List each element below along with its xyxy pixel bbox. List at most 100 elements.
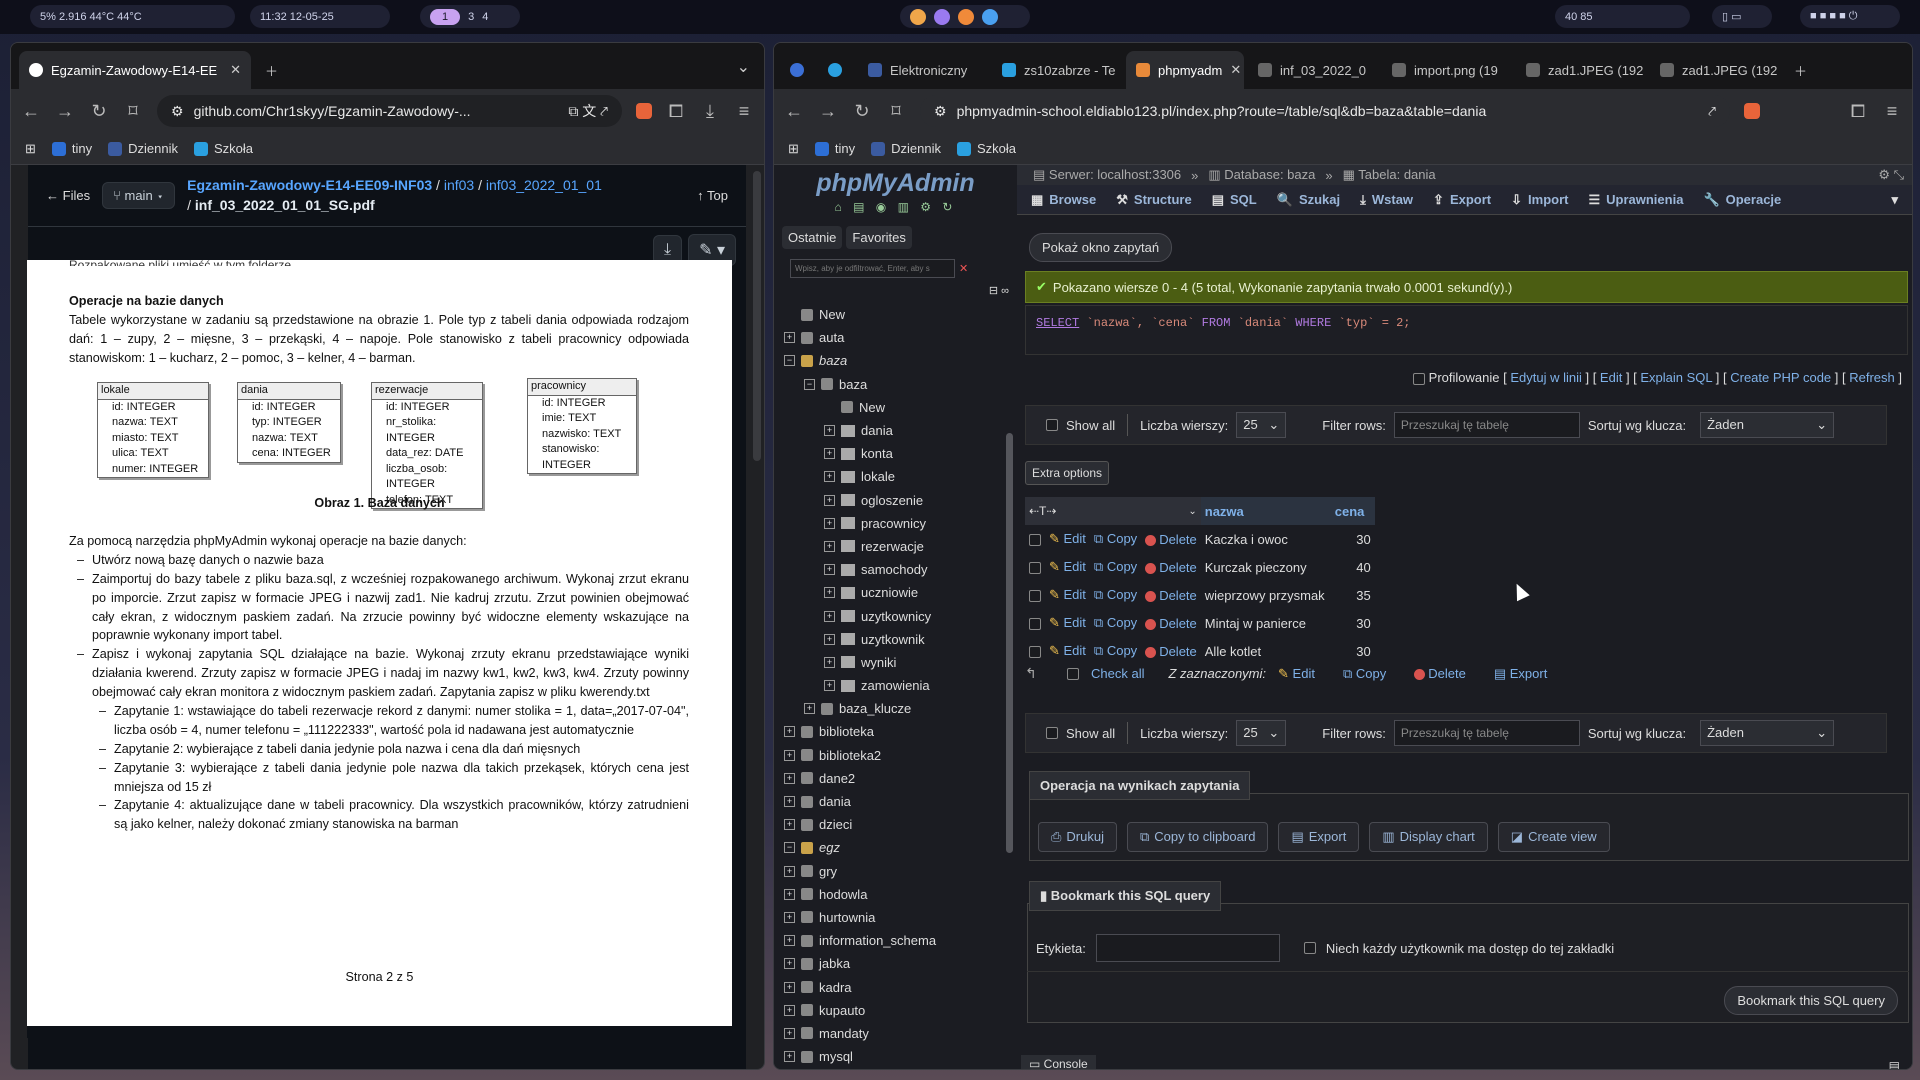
app-icon[interactable] xyxy=(982,8,998,25)
close-icon[interactable]: ✕ xyxy=(1230,62,1241,78)
tab-5[interactable]: zad1.JPEG (192 xyxy=(1516,51,1646,89)
row-delete[interactable]: Delete xyxy=(1141,525,1201,553)
tab-6[interactable]: zad1.JPEG (192 xyxy=(1650,51,1780,89)
menu-icon[interactable]: ≡ xyxy=(734,101,754,122)
row-delete[interactable]: Delete xyxy=(1141,637,1201,665)
bookmark-dziennik[interactable]: Dziennik xyxy=(871,141,941,156)
expand-icon[interactable]: + xyxy=(784,935,795,947)
scrollbar[interactable] xyxy=(753,171,761,461)
bookmark-tiny[interactable]: tiny xyxy=(51,141,92,156)
tree-item-pracownicy[interactable]: + pracownicy xyxy=(784,512,1017,535)
expand-icon[interactable]: + xyxy=(784,819,795,831)
op-create-view[interactable]: ◪ Create view xyxy=(1497,822,1610,852)
tree-item-hurtownia[interactable]: + hurtownia xyxy=(784,906,1017,929)
row-checkbox[interactable] xyxy=(1029,646,1041,659)
url-field[interactable]: ⚙ phpmyadmin-school.eldiablo123.pl/index.… xyxy=(920,95,1730,127)
tab-operacje[interactable]: 🔧 Operacje xyxy=(1703,192,1781,208)
expand-icon[interactable]: + xyxy=(824,610,835,622)
settings-icon[interactable]: ⚙ ⤡ xyxy=(1878,167,1904,183)
tree-item-performance_schema[interactable]: +performance_schema xyxy=(784,1068,1017,1069)
check-all-link[interactable]: Check all xyxy=(1091,666,1144,681)
tree-item-New[interactable]: New xyxy=(784,396,1017,419)
tree-item-baza[interactable]: − baza xyxy=(784,373,1017,396)
forward-icon[interactable]: → xyxy=(55,101,75,122)
column-header-cena[interactable]: cena xyxy=(1330,497,1375,525)
bookmark-icon[interactable]: ⌑ xyxy=(123,101,143,122)
tab-wstaw[interactable]: ⤓ Wstaw xyxy=(1360,192,1413,208)
tree-item-baza_klucze[interactable]: + baza_klucze xyxy=(784,697,1017,720)
row-select[interactable] xyxy=(1025,553,1045,581)
row-copy[interactable]: ⧉ Copy xyxy=(1090,637,1141,665)
expand-icon[interactable]: + xyxy=(824,425,835,437)
tray-right[interactable]: ■ ■ ■ ■ ⏻ xyxy=(1800,5,1900,28)
bookmark-tiny[interactable]: tiny xyxy=(814,141,855,156)
branch-selector[interactable]: ⑂ main ▾ xyxy=(102,182,176,209)
create-php-link[interactable]: Create PHP code xyxy=(1730,370,1831,385)
profiling-checkbox[interactable] xyxy=(1413,372,1426,385)
op-copy-to-clipboard[interactable]: ⧉ Copy to clipboard xyxy=(1126,822,1269,852)
expand-icon[interactable]: + xyxy=(784,796,795,808)
row-checkbox[interactable] xyxy=(1029,590,1041,603)
show-query-box-button[interactable]: Pokaż okno zapytań xyxy=(1029,233,1173,262)
url-field[interactable]: ⚙ github.com/Chr1skyy/Egzamin-Zawodowy-..… xyxy=(157,95,622,127)
row-copy[interactable]: ⧉ Copy xyxy=(1090,581,1141,609)
workspaces[interactable]: 1 3 4 xyxy=(420,5,520,28)
tab-browse[interactable]: ▦ Browse xyxy=(1031,192,1096,208)
column-header-nazwa[interactable]: nazwa xyxy=(1200,497,1331,525)
tree-item-wyniki[interactable]: + wyniki xyxy=(784,651,1017,674)
edit-link[interactable]: Edit xyxy=(1600,370,1622,385)
tab-pinned[interactable] xyxy=(782,51,816,89)
bookmark-submit-button[interactable]: Bookmark this SQL query xyxy=(1724,986,1898,1015)
expand-icon[interactable]: + xyxy=(824,517,835,529)
brave-icon[interactable] xyxy=(958,8,974,25)
workspace-1[interactable]: 1 xyxy=(430,8,461,25)
tree-item-dania[interactable]: + dania xyxy=(784,419,1017,442)
expand-icon[interactable]: + xyxy=(784,772,795,784)
row-checkbox[interactable] xyxy=(1029,534,1041,547)
refresh-link[interactable]: Refresh xyxy=(1849,370,1895,385)
tree-item-gry[interactable]: + gry xyxy=(784,860,1017,883)
tree-item-mysql[interactable]: + mysql xyxy=(784,1045,1017,1068)
expand-icon[interactable]: + xyxy=(784,1051,795,1063)
tab-recent[interactable]: Ostatnie xyxy=(782,226,843,249)
row-select[interactable] xyxy=(1025,637,1045,665)
row-edit[interactable]: ✎ Edit xyxy=(1045,581,1090,609)
row-checkbox[interactable] xyxy=(1029,562,1041,575)
chevron-down-icon[interactable]: ⌄ xyxy=(737,57,750,77)
tree-item-biblioteka2[interactable]: + biblioteka2 xyxy=(784,744,1017,767)
menu-icon[interactable]: ≡ xyxy=(1882,101,1902,122)
tree-item-uzytkownik[interactable]: + uzytkownik xyxy=(784,628,1017,651)
bulk-delete[interactable]: Delete xyxy=(1414,666,1466,681)
expand-icon[interactable]: + xyxy=(784,726,795,738)
tab-github[interactable]: Egzamin-Zawodowy-E14-EE ✕ xyxy=(19,51,251,89)
sort-key-select[interactable]: Żaden ⌄ xyxy=(1700,412,1835,438)
nav-filter-input[interactable]: Wpisz, aby je odfiltrować, Enter, aby s xyxy=(790,259,955,278)
tree-item-information_schema[interactable]: + information_schema xyxy=(784,929,1017,952)
row-delete[interactable]: Delete xyxy=(1141,553,1201,581)
row-delete[interactable]: Delete xyxy=(1141,581,1201,609)
notepad-icon[interactable]: ▤ xyxy=(1889,1059,1900,1069)
bulk-copy[interactable]: ⧉ Copy xyxy=(1343,666,1386,682)
filter-rows-input[interactable]: Przeszukaj tę tabelę xyxy=(1393,720,1580,746)
expand-icon[interactable]: + xyxy=(824,564,835,576)
show-all-checkbox[interactable] xyxy=(1046,727,1058,739)
collapse-icon[interactable]: − xyxy=(784,355,795,367)
tree-item-konta[interactable]: + konta xyxy=(784,442,1017,465)
column-resize-icon[interactable]: ⇠T⇢ xyxy=(1025,497,1090,525)
tree-item-uzytkownicy[interactable]: + uzytkownicy xyxy=(784,604,1017,627)
explain-sql-link[interactable]: Explain SQL xyxy=(1640,370,1712,385)
expand-icon[interactable]: + xyxy=(824,680,835,692)
tab-szukaj[interactable]: 🔍 Szukaj xyxy=(1277,192,1340,208)
row-edit[interactable]: ✎ Edit xyxy=(1045,609,1090,637)
console-toggle[interactable]: ▭ Console xyxy=(1021,1055,1096,1069)
row-edit[interactable]: ✎ Edit xyxy=(1045,553,1090,581)
clear-filter-icon[interactable]: ✕ xyxy=(959,262,968,275)
expand-icon[interactable]: + xyxy=(824,540,835,552)
tab-export[interactable]: ⇪ Export xyxy=(1433,192,1491,208)
nav-icons[interactable]: ⌂ ▤ ◉ ▥ ⚙ ↻ xyxy=(774,200,1017,214)
apps-icon[interactable]: ⊞ xyxy=(788,141,799,157)
tab-structure[interactable]: ⚒ Structure xyxy=(1116,192,1191,208)
row-edit[interactable]: ✎ Edit xyxy=(1045,637,1090,665)
share-icon[interactable]: ⤤ xyxy=(1708,103,1716,120)
tree-item-hodowla[interactable]: + hodowla xyxy=(784,883,1017,906)
